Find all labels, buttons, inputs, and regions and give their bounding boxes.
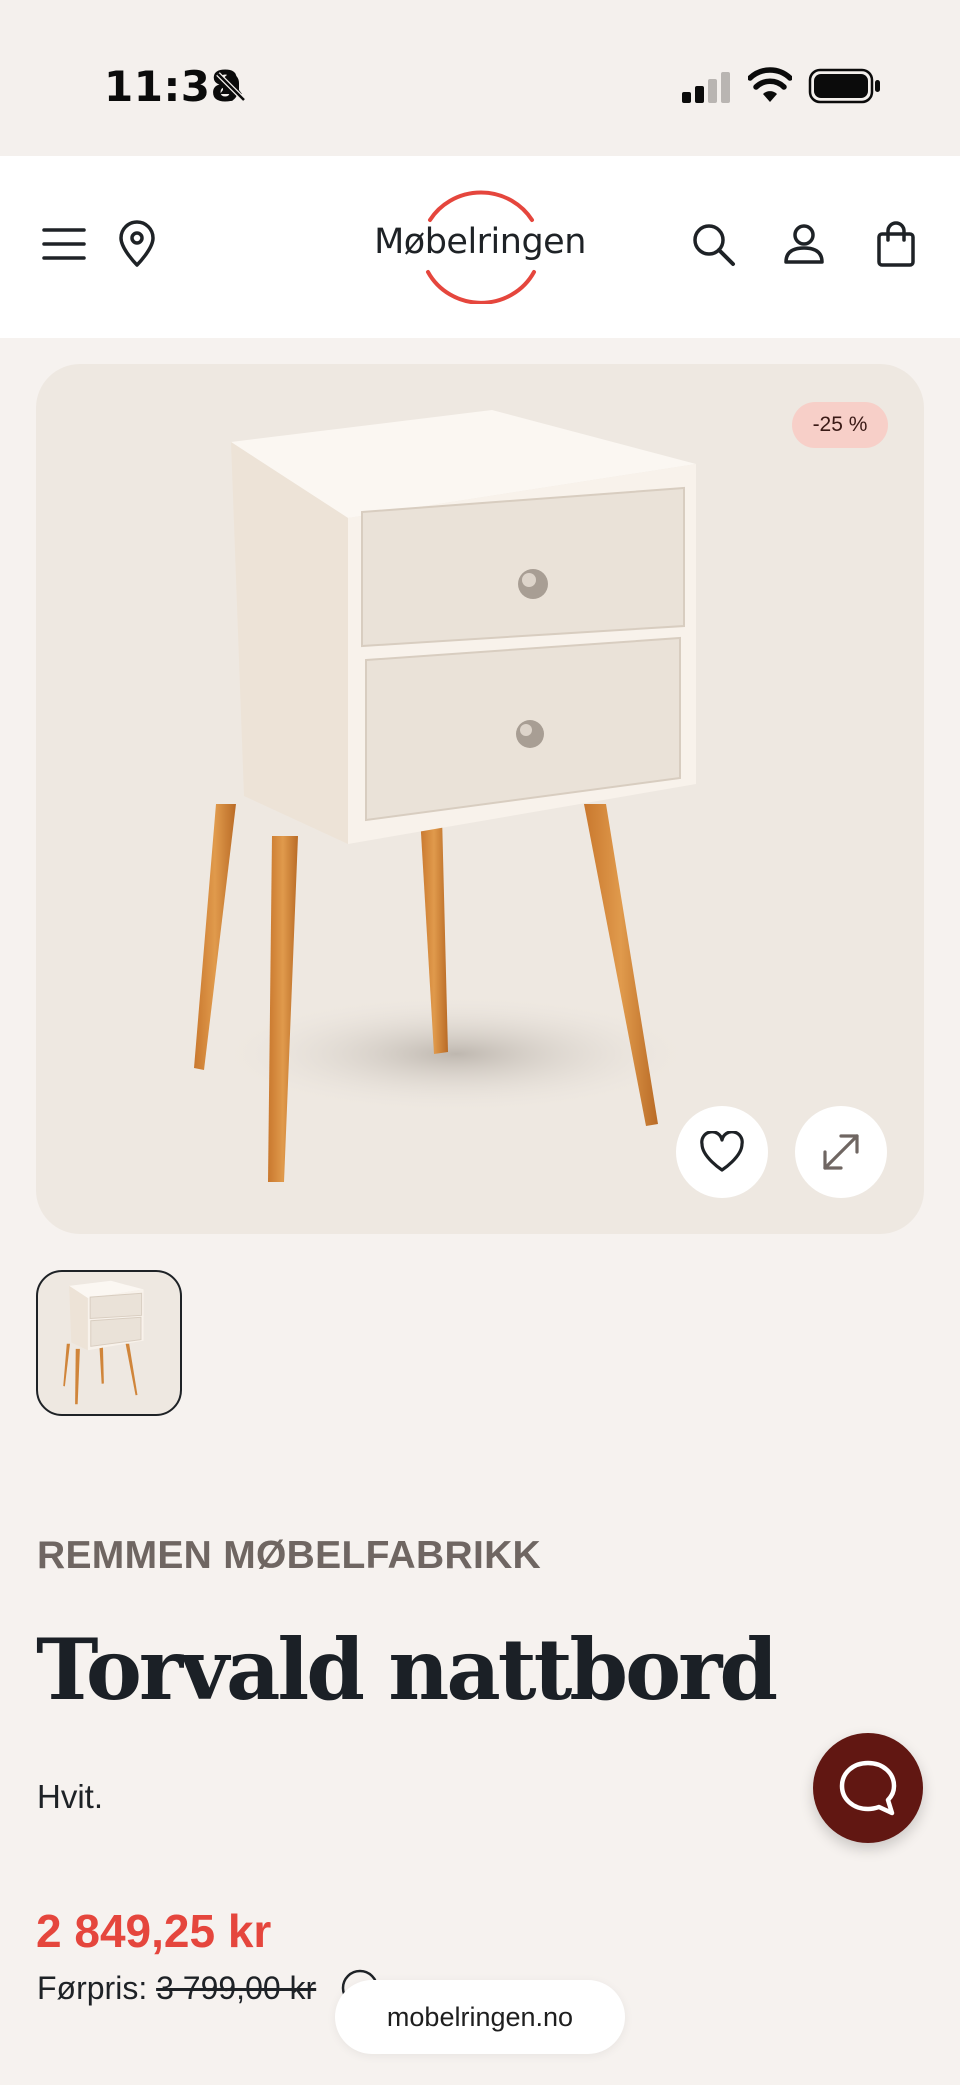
nightstand-illustration	[194, 410, 696, 1182]
product-title: Torvald nattbord	[36, 1620, 778, 1719]
battery-icon	[808, 68, 880, 104]
menu-icon[interactable]	[40, 220, 88, 268]
search-icon[interactable]	[689, 220, 737, 268]
expand-image-button[interactable]	[795, 1106, 887, 1198]
chat-button[interactable]	[813, 1733, 923, 1843]
bag-icon[interactable]	[872, 220, 920, 268]
previous-price: Førpris: 3 799,00 kr	[37, 1970, 316, 2007]
product-price: 2 849,25 kr	[36, 1905, 272, 1957]
logo-text: Møbelringen	[374, 222, 586, 262]
favorite-button[interactable]	[676, 1106, 768, 1198]
status-bar: 11:38	[0, 0, 960, 156]
previous-price-value: 3 799,00 kr	[156, 1970, 317, 2006]
location-pin-icon[interactable]	[113, 220, 161, 268]
browser-url-bar[interactable]: mobelringen.no	[335, 1980, 625, 2054]
expand-icon	[823, 1134, 859, 1170]
logo[interactable]: Møbelringen	[360, 190, 600, 304]
previous-price-label: Førpris:	[37, 1970, 148, 2006]
product-brand[interactable]: REMMEN MØBELFABRIKK	[37, 1534, 541, 1578]
signal-icon	[682, 72, 730, 103]
product-image[interactable]	[36, 364, 924, 1234]
thumbnail-image	[63, 1280, 144, 1405]
chat-bubble-icon	[839, 1760, 897, 1816]
discount-badge: -25 %	[792, 402, 888, 448]
wifi-icon	[748, 67, 792, 102]
bell-slash-icon	[216, 72, 246, 102]
heart-icon	[700, 1131, 744, 1172]
user-icon[interactable]	[780, 220, 828, 268]
product-thumbnail[interactable]	[36, 1270, 182, 1416]
product-color: Hvit.	[37, 1778, 103, 1815]
